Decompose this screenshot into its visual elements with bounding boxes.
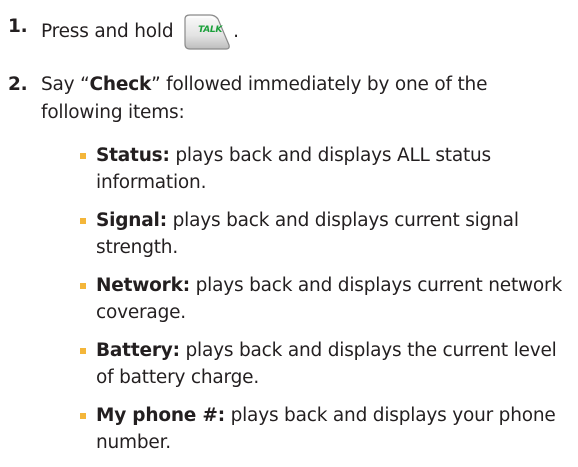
bullet-icon — [80, 283, 86, 289]
list-item-signal: Signal: plays back and displays current … — [80, 207, 570, 261]
item-term: Battery: — [96, 340, 180, 361]
step-number: 1. — [8, 16, 28, 37]
bullet-icon — [80, 218, 86, 224]
step-number: 2. — [8, 74, 28, 95]
instruction-page: 1. Press and hold TALK . 2. Say “Check” … — [0, 0, 578, 453]
item-term: My phone #: — [96, 405, 225, 426]
talk-key-label: TALK — [198, 25, 222, 35]
item-term: Status: — [96, 145, 170, 166]
bullet-icon — [80, 413, 86, 419]
bullet-icon — [80, 153, 86, 159]
step-text: Say “Check” followed immediately by one … — [41, 71, 561, 127]
step-emphasis: Check — [89, 74, 152, 95]
item-term: Network: — [96, 275, 190, 296]
item-term: Signal: — [96, 210, 167, 231]
talk-key-icon: TALK — [182, 13, 232, 51]
step-text-before: Press and hold — [41, 21, 174, 42]
voice-command-list: Status: plays back and displays ALL stat… — [80, 142, 570, 467]
list-item-status: Status: plays back and displays ALL stat… — [80, 142, 570, 196]
list-item-network: Network: plays back and displays current… — [80, 272, 570, 326]
list-item-battery: Battery: plays back and displays the cur… — [80, 337, 570, 391]
step-text-prefix: Say “ — [41, 74, 90, 95]
step-text: Press and hold TALK . — [41, 13, 239, 51]
bullet-icon — [80, 348, 86, 354]
step-text-after: . — [233, 21, 239, 42]
list-item-my-phone-number: My phone #: plays back and displays your… — [80, 402, 570, 456]
